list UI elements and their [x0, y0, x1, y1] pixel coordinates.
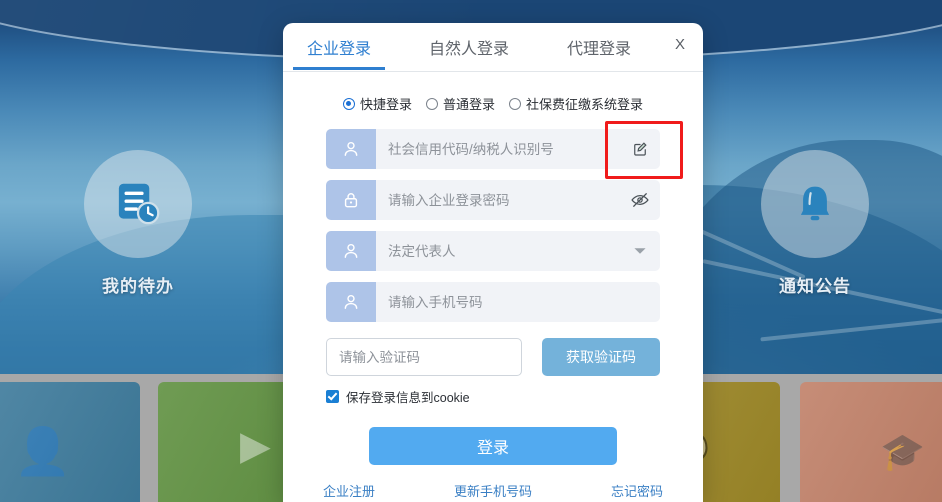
phone-field[interactable] — [326, 282, 660, 322]
person-icon: 👤 — [14, 425, 72, 477]
password-field[interactable] — [326, 180, 660, 220]
footer-links: 企业注册 更新手机号码 忘记密码 — [323, 481, 663, 500]
tab-agent-login[interactable]: 代理登录 — [561, 24, 637, 70]
user-icon — [326, 231, 376, 271]
mini-card-teal[interactable]: 👤 — [0, 382, 140, 502]
login-mode-radio-group: 快捷登录 普通登录 社保费征缴系统登录 — [283, 94, 703, 113]
tab-label: 企业登录 — [307, 41, 372, 58]
save-cookie-checkbox[interactable]: 保存登录信息到cookie — [326, 387, 660, 406]
radio-indicator — [342, 97, 355, 110]
login-button[interactable]: 登录 — [369, 427, 617, 465]
link-update-phone[interactable]: 更新手机号码 — [454, 481, 532, 500]
radio-indicator — [425, 97, 438, 110]
radio-indicator — [509, 97, 521, 110]
legal-rep-field[interactable] — [326, 231, 660, 271]
radio-social-insurance-login[interactable]: 社保费征缴系统登录 — [509, 94, 643, 113]
password-input[interactable] — [376, 181, 620, 219]
document-clock-icon — [118, 183, 160, 225]
chevron-down-icon[interactable] — [620, 231, 660, 271]
tab-label: 自然人登录 — [429, 41, 510, 58]
tab-natural-person-login[interactable]: 自然人登录 — [423, 24, 515, 70]
link-forgot-password[interactable]: 忘记密码 — [611, 481, 663, 500]
bell-icon — [800, 186, 830, 221]
radio-quick-login[interactable]: 快捷登录 — [342, 94, 412, 113]
credit-code-field[interactable] — [326, 129, 660, 169]
captcha-row: 获取验证码 — [326, 338, 660, 376]
mini-card-salmon[interactable]: 🎓 — [800, 382, 942, 502]
save-cookie-label: 保存登录信息到cookie — [346, 391, 470, 405]
radio-label: 社保费征缴系统登录 — [526, 97, 644, 112]
edit-icon[interactable] — [620, 129, 660, 169]
captcha-input[interactable] — [326, 338, 522, 376]
get-captcha-button[interactable]: 获取验证码 — [542, 338, 660, 376]
hero-feature-my-todo[interactable]: 我的待办 — [68, 150, 208, 297]
tab-label: 代理登录 — [567, 41, 632, 58]
tab-bar: 企业登录 自然人登录 代理登录 X — [283, 23, 703, 72]
legal-rep-input[interactable] — [376, 232, 620, 270]
radio-label: 快捷登录 — [359, 97, 412, 112]
link-enterprise-register[interactable]: 企业注册 — [323, 481, 375, 500]
radio-normal-login[interactable]: 普通登录 — [425, 94, 495, 113]
credit-code-input[interactable] — [376, 130, 620, 168]
feature-caption: 通知公告 — [779, 277, 851, 296]
login-dialog: 企业登录 自然人登录 代理登录 X 快捷登录 普通登录 社保费征缴系统登录 社会… — [283, 23, 703, 502]
lock-icon — [326, 180, 376, 220]
user-icon — [326, 129, 376, 169]
graduation-icon: 🎓 — [880, 431, 925, 472]
form-fields — [283, 121, 703, 322]
phone-input[interactable] — [376, 283, 660, 321]
close-icon[interactable]: X — [671, 36, 689, 54]
hero-feature-notices[interactable]: 通知公告 — [745, 150, 885, 297]
checkbox-indicator — [326, 390, 339, 403]
play-icon: ▶ — [240, 424, 271, 468]
eye-slash-icon[interactable] — [620, 180, 660, 220]
feature-icon-circle — [761, 150, 869, 258]
tab-enterprise-login[interactable]: 企业登录 — [292, 24, 386, 70]
radio-label: 普通登录 — [442, 97, 495, 112]
feature-icon-circle — [84, 150, 192, 258]
feature-caption: 我的待办 — [102, 277, 174, 296]
user-icon — [326, 282, 376, 322]
